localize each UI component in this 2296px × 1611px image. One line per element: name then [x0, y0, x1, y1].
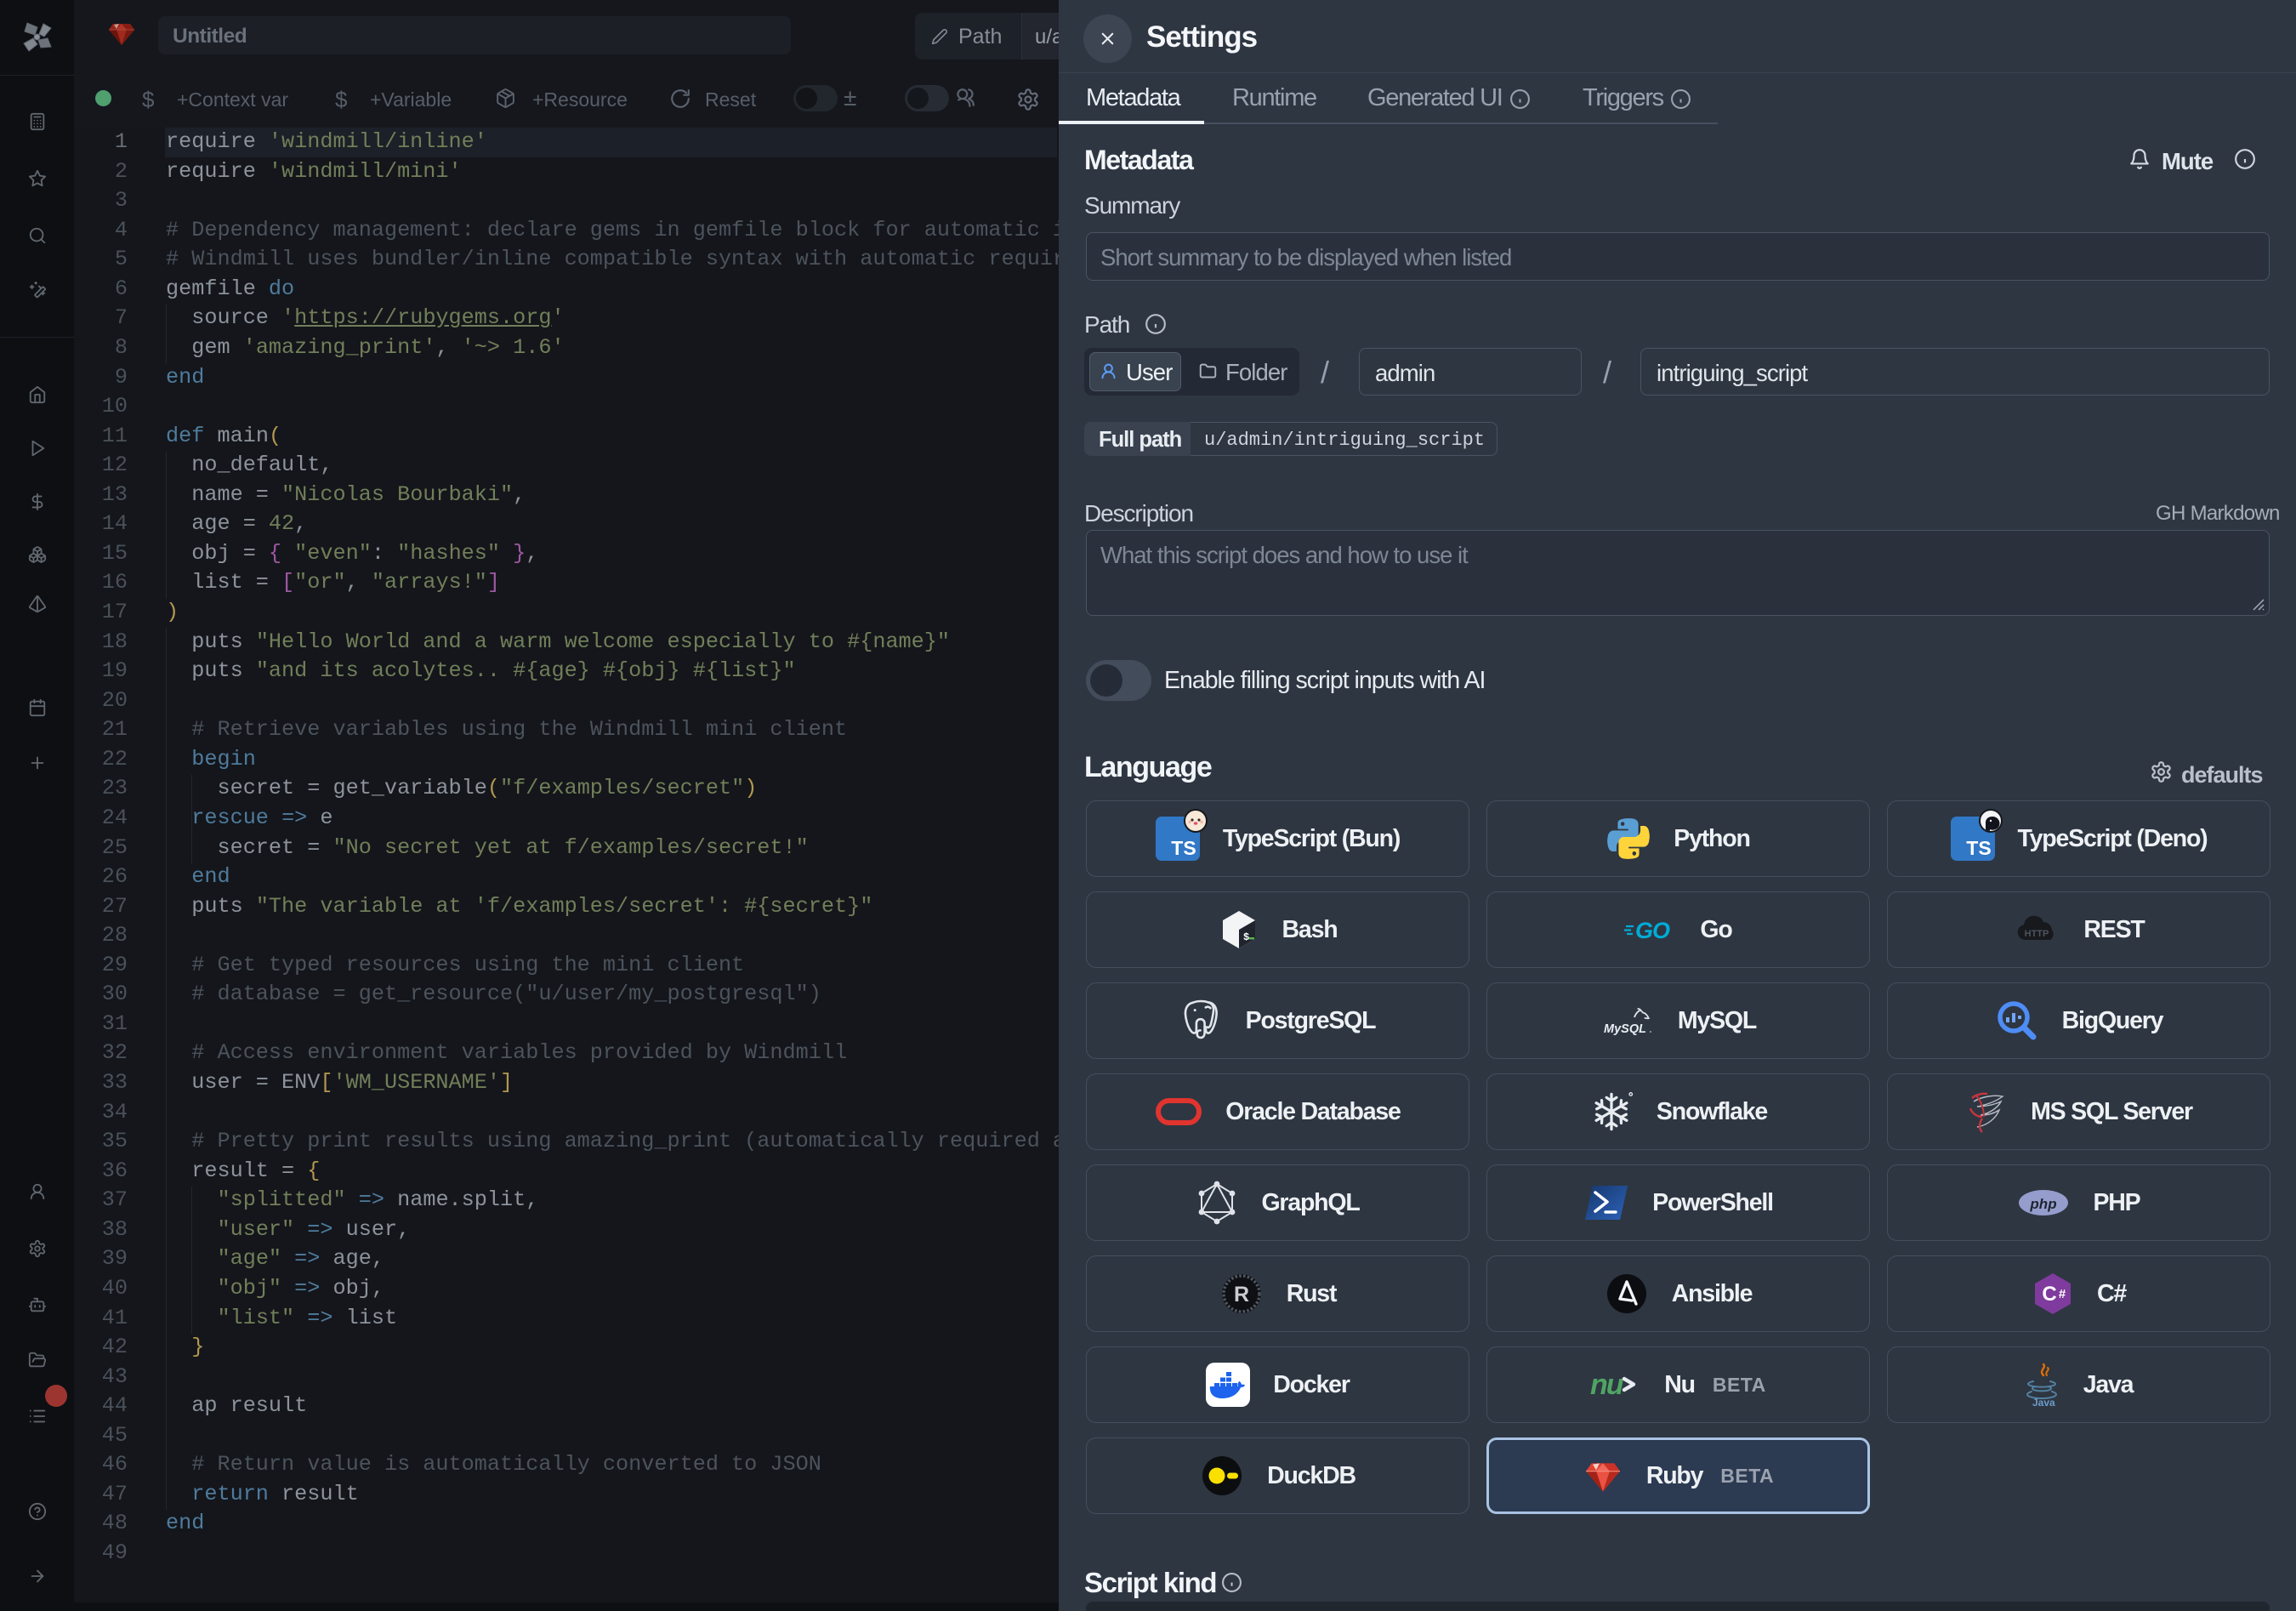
- svg-text:HTTP: HTTP: [2025, 929, 2049, 939]
- svg-text:#: #: [2059, 1287, 2066, 1301]
- svg-text:GO: GO: [1635, 918, 1670, 943]
- svg-text:Java: Java: [2032, 1397, 2055, 1407]
- svg-text:php: php: [2030, 1196, 2057, 1212]
- svg-text:TS: TS: [1171, 837, 1196, 859]
- svg-text:R: R: [1234, 1283, 1249, 1306]
- svg-text:$: $: [1243, 931, 1249, 943]
- svg-text:TS: TS: [1966, 837, 1991, 859]
- svg-text:MySQL: MySQL: [1604, 1022, 1646, 1036]
- svg-text:nu: nu: [1590, 1369, 1624, 1401]
- svg-text:C: C: [2042, 1283, 2056, 1306]
